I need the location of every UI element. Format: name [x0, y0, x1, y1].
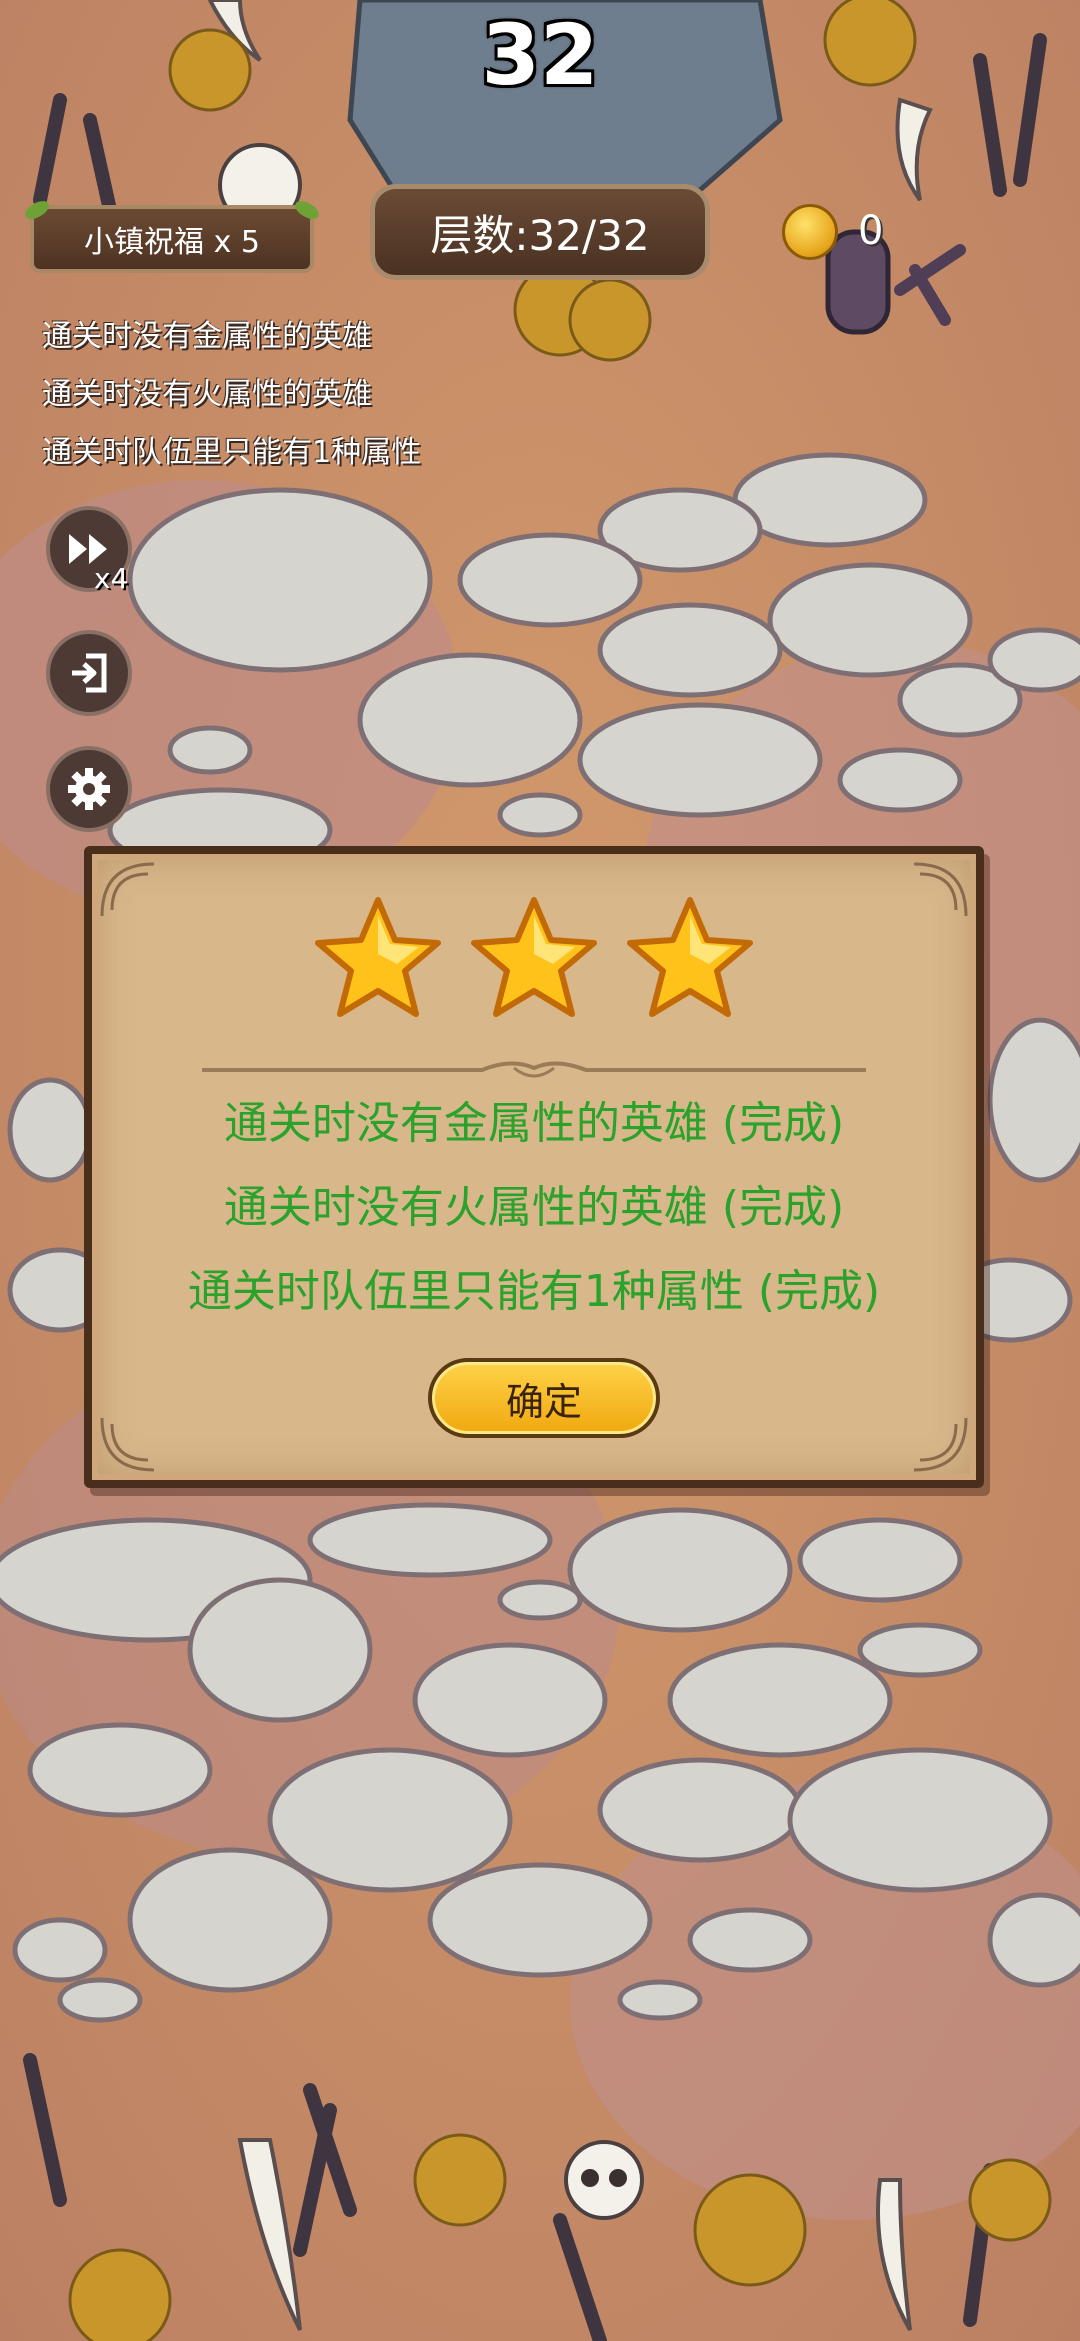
quest-item: 通关时没有金属性的英雄 — [42, 319, 372, 354]
quest-item: 通关时队伍里只能有1种属性 — [42, 435, 422, 470]
speed-multiplier: x4 — [94, 562, 129, 595]
result-item: 通关时没有金属性的英雄 (完成) — [223, 1098, 845, 1149]
town-blessing-badge: 小镇祝福 x 5 — [22, 197, 322, 273]
stage-clear-dialog: 通关时没有金属性的英雄 (完成) 通关时没有火属性的英雄 (完成) 通关时队伍里… — [84, 846, 984, 1488]
confirm-button[interactable]: 确定 — [428, 1358, 660, 1438]
corner-ornament — [100, 1417, 155, 1472]
star-icon — [471, 897, 597, 1017]
result-list: 通关时没有金属性的英雄 (完成) 通关时没有火属性的英雄 (完成) 通关时队伍里… — [92, 1082, 976, 1334]
fast-forward-icon — [69, 534, 107, 564]
result-item: 通关时队伍里只能有1种属性 (完成) — [187, 1266, 881, 1317]
gear-icon — [68, 768, 110, 810]
exit-button[interactable] — [46, 630, 132, 716]
coin-icon — [782, 204, 838, 260]
settings-button[interactable] — [46, 746, 132, 832]
star-icon — [315, 897, 441, 1017]
confirm-button-label: 确定 — [505, 1379, 582, 1424]
exit-icon — [72, 653, 107, 693]
result-item: 通关时没有火属性的英雄 (完成) — [223, 1182, 845, 1233]
star-rating — [92, 894, 976, 1024]
floor-counter: 层数:32/32 — [370, 184, 710, 280]
floor-counter-label: 层数:32/32 — [430, 210, 650, 260]
star-icon — [627, 897, 753, 1017]
ornamental-divider — [202, 1061, 866, 1078]
quest-list: 通关时没有金属性的英雄 通关时没有火属性的英雄 通关时队伍里只能有1种属性 — [42, 308, 421, 482]
corner-ornament — [913, 1417, 968, 1472]
coin-count: 0 — [858, 208, 884, 254]
quest-item: 通关时没有火属性的英雄 — [42, 377, 372, 412]
stage-number: 32 — [481, 6, 599, 104]
town-blessing-label: 小镇祝福 x 5 — [84, 225, 260, 260]
